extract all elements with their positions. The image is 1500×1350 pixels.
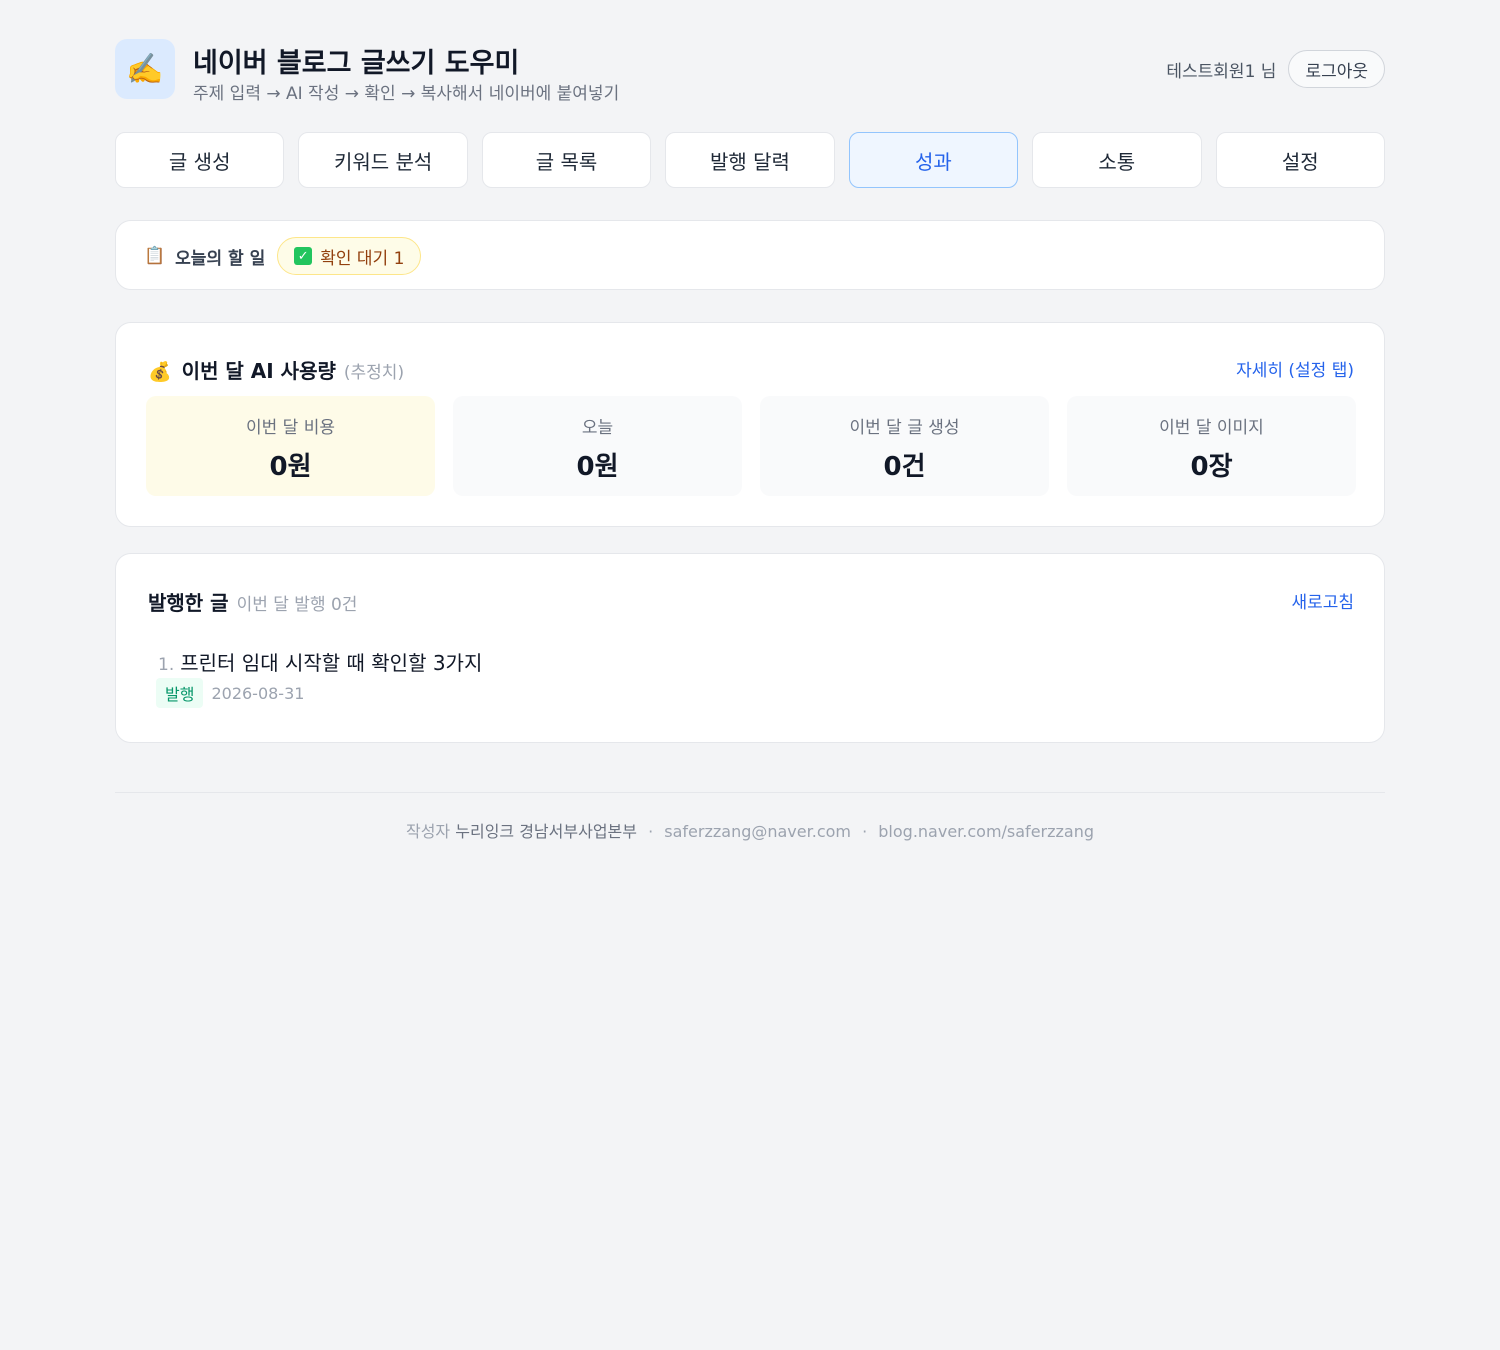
tab-generate[interactable]: 글 생성 [115, 132, 285, 188]
stat-monthly-images: 이번 달 이미지 0장 [1067, 396, 1356, 496]
ai-usage-title: 이번 달 AI 사용량 [181, 359, 336, 383]
footer-divider [115, 792, 1385, 793]
pending-review-badge[interactable]: ✓ 확인 대기 1 [277, 237, 422, 275]
stat-value: 0장 [1190, 452, 1233, 482]
stat-value: 0원 [269, 452, 312, 482]
writing-hand-icon: ✍️ [115, 39, 175, 99]
tab-communication[interactable]: 소통 [1032, 132, 1202, 188]
post-title[interactable]: 프린터 임대 시작할 때 확인할 3가지 [180, 647, 482, 676]
stat-label: 오늘 [581, 418, 614, 438]
todo-row: 📋 오늘의 할 일 ✓ 확인 대기 1 [144, 236, 422, 276]
tab-keyword-analysis[interactable]: 키워드 분석 [298, 132, 468, 188]
ai-usage-card: 💰 이번 달 AI 사용량 (추정치) 자세히 (설정 탭) 이번 달 비용 0… [115, 322, 1385, 527]
stat-today-cost: 오늘 0원 [453, 396, 742, 496]
published-posts-count: 이번 달 발행 0건 [236, 595, 358, 615]
pending-review-label: 확인 대기 1 [320, 248, 405, 269]
post-meta: 발행 2026-08-31 [156, 678, 482, 708]
published-posts-card: 발행한 글 이번 달 발행 0건 새로고침 1. 프린터 임대 시작할 때 확인… [115, 553, 1385, 743]
todo-title: 오늘의 할 일 [175, 248, 266, 269]
tab-publish-calendar[interactable]: 발행 달력 [665, 132, 835, 188]
check-box-icon: ✓ [294, 247, 313, 265]
page-title: 네이버 블로그 글쓰기 도우미 [193, 48, 520, 79]
footer-separator: · [862, 822, 868, 841]
footer-author-prefix: 작성자 [405, 822, 451, 841]
stat-label: 이번 달 이미지 [1159, 418, 1264, 438]
list-item: 1. 프린터 임대 시작할 때 확인할 3가지 발행 2026-08-31 [156, 647, 482, 708]
user-area: 테스트회원1 님 로그아웃 [1166, 50, 1385, 88]
footer: 작성자 누리잉크 경남서부사업본부 · saferzzang@naver.com… [115, 818, 1385, 842]
published-posts-header: 발행한 글 이번 달 발행 0건 [148, 587, 357, 616]
clipboard-icon: 📋 [144, 246, 166, 266]
tab-performance[interactable]: 성과 [848, 132, 1019, 188]
stat-value: 0건 [883, 452, 926, 482]
status-badge: 발행 [156, 678, 204, 708]
ai-usage-note: (추정치) [343, 363, 405, 383]
todo-card: 📋 오늘의 할 일 ✓ 확인 대기 1 [115, 220, 1385, 290]
refresh-button[interactable]: 새로고침 [1291, 588, 1354, 613]
stat-monthly-cost: 이번 달 비용 0원 [146, 396, 435, 496]
ai-usage-header: 💰 이번 달 AI 사용량 (추정치) [148, 355, 404, 384]
tab-settings[interactable]: 설정 [1215, 132, 1385, 188]
tab-post-list[interactable]: 글 목록 [481, 132, 652, 188]
post-line: 1. 프린터 임대 시작할 때 확인할 3가지 [158, 647, 482, 676]
footer-blog-link[interactable]: blog.naver.com/saferzzang [878, 822, 1094, 841]
money-bag-icon: 💰 [148, 361, 172, 383]
page-subtitle: 주제 입력 → AI 작성 → 확인 → 복사해서 네이버에 붙여넣기 [193, 84, 620, 104]
stat-value: 0원 [576, 452, 619, 482]
usage-details-link[interactable]: 자세히 (설정 탭) [1236, 356, 1354, 381]
footer-separator: · [648, 822, 654, 841]
main-tabs: 글 생성 키워드 분석 글 목록 발행 달력 성과 소통 설정 [115, 132, 1385, 188]
footer-org: 누리잉크 경남서부사업본부 [455, 822, 637, 841]
stat-monthly-posts: 이번 달 글 생성 0건 [760, 396, 1049, 496]
usage-stats: 이번 달 비용 0원 오늘 0원 이번 달 글 생성 0건 이번 달 이미지 0… [146, 396, 1356, 496]
stat-label: 이번 달 비용 [245, 418, 335, 438]
app-header: ✍️ 네이버 블로그 글쓰기 도우미 주제 입력 → AI 작성 → 확인 → … [115, 39, 1385, 104]
post-date: 2026-08-31 [211, 683, 305, 703]
post-number: 1. [158, 655, 175, 675]
stat-label: 이번 달 글 생성 [849, 418, 960, 438]
user-name: 테스트회원1 님 [1166, 61, 1277, 82]
footer-email[interactable]: saferzzang@naver.com [664, 822, 851, 841]
logout-button[interactable]: 로그아웃 [1288, 50, 1385, 88]
published-posts-title: 발행한 글 [148, 591, 229, 615]
